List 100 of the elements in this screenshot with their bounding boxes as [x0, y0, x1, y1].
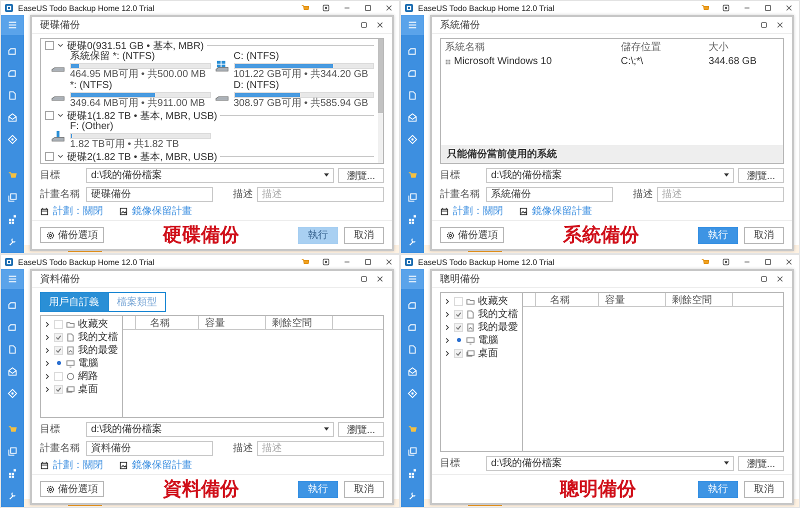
- cart-icon[interactable]: [407, 170, 418, 181]
- tree-item[interactable]: 桌面: [478, 346, 498, 360]
- drive-icon[interactable]: [7, 322, 18, 333]
- checkbox[interactable]: [45, 111, 54, 120]
- plan-name-field[interactable]: 資料備份: [86, 440, 213, 456]
- tree-item[interactable]: 桌面: [78, 382, 98, 396]
- backup-options-button[interactable]: 備份選項: [40, 227, 104, 243]
- drive-icon[interactable]: [7, 46, 18, 57]
- drive-icon[interactable]: [407, 46, 418, 57]
- close-icon[interactable]: [776, 21, 784, 29]
- diamond-icon[interactable]: [7, 388, 18, 399]
- scrollbar[interactable]: [378, 39, 383, 163]
- chevron-icon[interactable]: [57, 153, 64, 160]
- column-header[interactable]: 容量: [199, 316, 266, 330]
- tree-item[interactable]: 收藏夾: [478, 294, 508, 308]
- document-icon[interactable]: [407, 90, 418, 101]
- target-dropdown[interactable]: d:\我的備份檔案: [486, 456, 734, 470]
- cart-icon[interactable]: [7, 424, 18, 435]
- document-icon[interactable]: [7, 90, 18, 101]
- plan-name-field[interactable]: 硬碟備份: [86, 186, 213, 202]
- grid-icon[interactable]: [7, 214, 18, 225]
- plan-name-field[interactable]: 系統備份: [486, 186, 613, 202]
- tree-item[interactable]: 我的最愛: [478, 320, 518, 334]
- description-field[interactable]: 描述: [257, 186, 384, 202]
- copy-icon[interactable]: [407, 446, 418, 457]
- diamond-icon[interactable]: [407, 388, 418, 399]
- copy-icon[interactable]: [7, 192, 18, 203]
- maximize-icon[interactable]: [760, 21, 768, 29]
- checkbox[interactable]: [45, 41, 54, 50]
- settings-icon[interactable]: [322, 258, 330, 266]
- menu-button[interactable]: [401, 269, 424, 289]
- close-icon[interactable]: [785, 258, 793, 266]
- target-dropdown[interactable]: d:\我的備份檔案: [486, 168, 734, 182]
- cancel-button[interactable]: 取消: [344, 480, 384, 498]
- maximize-icon[interactable]: [364, 4, 372, 12]
- tree-item[interactable]: 網路: [78, 369, 98, 383]
- column-header[interactable]: 名稱: [136, 316, 199, 330]
- maximize-icon[interactable]: [364, 258, 372, 266]
- cart-icon[interactable]: [701, 258, 709, 266]
- copy-icon[interactable]: [407, 192, 418, 203]
- close-icon[interactable]: [385, 258, 393, 266]
- settings-icon[interactable]: [722, 4, 730, 12]
- target-dropdown[interactable]: d:\我的備份檔案: [86, 422, 334, 436]
- maximize-icon[interactable]: [360, 275, 368, 283]
- browse-button[interactable]: 瀏覽...: [738, 456, 784, 470]
- column-header[interactable]: 名稱: [536, 292, 599, 306]
- tree-item[interactable]: 電腦: [78, 356, 98, 370]
- drive-icon[interactable]: [7, 300, 18, 311]
- tree-item[interactable]: 我的文檔: [78, 330, 118, 344]
- column-header[interactable]: 容量: [599, 292, 666, 306]
- settings-icon[interactable]: [322, 4, 330, 12]
- description-field[interactable]: 描述: [257, 440, 384, 456]
- envelope-icon[interactable]: [407, 112, 418, 123]
- diamond-icon[interactable]: [407, 134, 418, 145]
- column-header[interactable]: 剩餘空間: [266, 316, 333, 330]
- grid-icon[interactable]: [7, 468, 18, 479]
- chevron-icon[interactable]: [57, 42, 64, 49]
- menu-button[interactable]: [401, 15, 424, 35]
- checkbox[interactable]: [45, 152, 54, 161]
- close-icon[interactable]: [385, 4, 393, 12]
- settings-icon[interactable]: [722, 258, 730, 266]
- tree-item[interactable]: 收藏夾: [78, 317, 108, 331]
- close-icon[interactable]: [776, 275, 784, 283]
- drive-icon[interactable]: [407, 68, 418, 79]
- target-dropdown[interactable]: d:\我的備份檔案: [86, 168, 334, 182]
- maximize-icon[interactable]: [764, 258, 772, 266]
- description-field[interactable]: 描述: [657, 186, 784, 202]
- envelope-icon[interactable]: [407, 366, 418, 377]
- menu-button[interactable]: [1, 15, 24, 35]
- drive-icon[interactable]: [7, 68, 18, 79]
- partial-dot[interactable]: [56, 361, 60, 365]
- wrench-icon[interactable]: [7, 236, 18, 247]
- partial-dot[interactable]: [456, 338, 460, 342]
- envelope-icon[interactable]: [7, 366, 18, 377]
- tree-item[interactable]: 電腦: [478, 333, 498, 347]
- cancel-button[interactable]: 取消: [744, 226, 784, 244]
- envelope-icon[interactable]: [7, 112, 18, 123]
- maximize-icon[interactable]: [760, 275, 768, 283]
- browse-button[interactable]: 瀏覽...: [338, 168, 384, 182]
- copy-icon[interactable]: [7, 446, 18, 457]
- cancel-button[interactable]: 取消: [744, 480, 784, 498]
- cart-icon[interactable]: [7, 170, 18, 181]
- tree-item[interactable]: 我的文檔: [478, 307, 518, 321]
- cart-icon[interactable]: [407, 424, 418, 435]
- wrench-icon[interactable]: [7, 490, 18, 501]
- grid-icon[interactable]: [407, 468, 418, 479]
- maximize-icon[interactable]: [764, 4, 772, 12]
- drive-icon[interactable]: [407, 300, 418, 311]
- cart-icon[interactable]: [301, 258, 309, 266]
- maximize-icon[interactable]: [360, 21, 368, 29]
- browse-button[interactable]: 瀏覽...: [338, 422, 384, 436]
- close-icon[interactable]: [785, 4, 793, 12]
- close-icon[interactable]: [376, 275, 384, 283]
- column-header[interactable]: 剩餘空間: [666, 292, 733, 306]
- document-icon[interactable]: [7, 344, 18, 355]
- wrench-icon[interactable]: [407, 236, 418, 247]
- browse-button[interactable]: 瀏覽...: [738, 168, 784, 182]
- cart-icon[interactable]: [301, 4, 309, 12]
- diamond-icon[interactable]: [7, 134, 18, 145]
- close-icon[interactable]: [376, 21, 384, 29]
